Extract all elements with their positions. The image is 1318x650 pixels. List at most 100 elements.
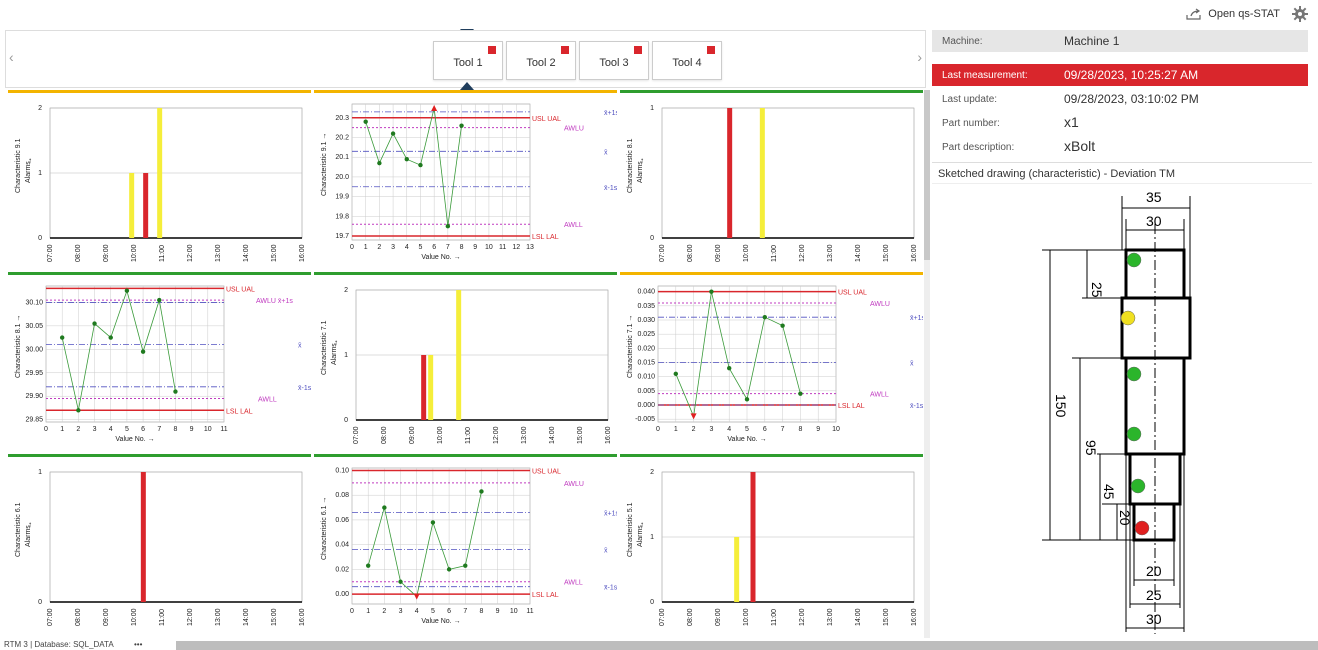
y-tick-label: 0.030 — [637, 317, 655, 324]
data-point — [404, 156, 409, 162]
tab-tool-3[interactable]: Tool 3 — [579, 41, 649, 80]
chevron-right-icon[interactable]: › — [917, 49, 922, 65]
y-tick-label: 0.035 — [637, 303, 655, 310]
y-tick-label: 0.04 — [335, 542, 349, 549]
x-tick-label: 0 — [350, 244, 354, 251]
warning-bar — [456, 290, 462, 420]
usl-label: USL UAL — [838, 290, 867, 297]
x-tick-label: 10:00 — [131, 244, 138, 262]
x-tick-label: 09:00 — [103, 608, 110, 626]
tab-tool-1[interactable]: Tool 1 — [433, 41, 503, 80]
x-tick-label: 0 — [350, 608, 354, 615]
sketch-title: Sketched drawing (characteristic) - Devi… — [932, 162, 1312, 184]
chart-cell-4[interactable]: 0 1 2 3 4 5 6 7 8 9 10 11 29.85 29.90 29.95 30.00 30.05 3… — [8, 272, 311, 451]
tab-tool-4[interactable]: Tool 4 — [652, 41, 722, 80]
lsl-label: LSL LAL — [838, 403, 865, 410]
gear-icon[interactable] — [1292, 6, 1308, 27]
more-icon[interactable]: ••• — [134, 640, 142, 649]
dim-25-bottom: 25 — [1146, 587, 1162, 603]
cell-status-border — [8, 454, 311, 457]
x-tick-label: 07:00 — [47, 608, 54, 626]
x-tick-label: 13:00 — [827, 608, 834, 626]
y-tick-label: 0.00 — [335, 591, 349, 598]
x-tick-label: 15:00 — [271, 244, 278, 262]
x-tick-label: 2 — [692, 426, 696, 433]
dim-150: 150 — [1053, 394, 1069, 418]
tab-indicator-bottom — [460, 82, 474, 90]
part-number-row: Part number: x1 — [932, 112, 1308, 134]
last-measurement-value: 09/28/2023, 10:25:27 AM — [1064, 68, 1199, 82]
chart-cell-8[interactable]: 0 1 2 3 4 5 6 7 8 9 10 11 0.00 0.02 0.04 0.06 0.08 0.10 US… — [314, 454, 617, 633]
x-tick-label: 11 — [499, 244, 506, 251]
xbar_minus-label: x̄-1s — [604, 585, 617, 592]
x-tick-label: 10:00 — [131, 608, 138, 626]
x-tick-label: 10 — [204, 426, 212, 433]
y-tick-label: 19.9 — [335, 194, 349, 201]
chart-cell-9[interactable]: 0 1 2 07:00 08:00 09:00 10:00 11:00 12:00 13:00 14… — [620, 454, 923, 633]
chevron-left-icon[interactable]: ‹ — [9, 49, 14, 65]
xbar-label: x̄ — [298, 343, 302, 350]
data-point — [124, 288, 130, 293]
x-tick-label: 6 — [763, 426, 767, 433]
y-axis-label: Characteristic 9.1 → — [321, 133, 328, 196]
y-tick-label: 1 — [38, 469, 42, 476]
awlu-label: AWLU — [564, 126, 584, 133]
x-tick-label: 16:00 — [911, 608, 918, 626]
y-axis-label: Characteristic 7.1 → — [627, 315, 634, 378]
dim-30-bottom: 30 — [1146, 611, 1162, 627]
part-number-label: Part number: — [942, 118, 1000, 129]
x-tick-label: 1 — [674, 426, 678, 433]
warning-bar — [759, 108, 765, 238]
x-tick-label: 12 — [512, 244, 520, 251]
awll-label: AWLL — [564, 222, 583, 229]
y-axis-label: Characteristic 8.1 — [627, 138, 634, 193]
data-point — [59, 335, 65, 340]
x-tick-label: 12:00 — [187, 608, 194, 626]
x-tick-label: 09:00 — [409, 426, 416, 444]
chart-cell-2[interactable]: 0 1 2 3 4 5 6 7 8 9 10 11 12 13 19.7 19.8 19.9 20.0 20.1 20… — [314, 90, 617, 269]
x-tick-label: 15:00 — [883, 608, 890, 626]
x-tick-label: 7 — [157, 426, 161, 433]
tool-tab-strip: ‹ › Tool 1 Tool 2 Tool 3 Tool 4 — [5, 30, 926, 88]
x-tick-label: 12:00 — [187, 244, 194, 262]
x-tick-label: 10 — [510, 608, 518, 615]
x-tick-label: 11:00 — [771, 245, 778, 262]
y-tick-label: 0.10 — [335, 467, 349, 474]
cell-status-border — [620, 454, 923, 457]
x-tick-label: 1 — [60, 426, 64, 433]
x-tick-label: 4 — [415, 608, 419, 615]
data-point — [365, 563, 371, 568]
chart-cell-1[interactable]: 0 1 2 07:00 08:00 09:00 10:00 11:00 12:00 13:00 14… — [8, 90, 311, 269]
part-description-label: Part description: — [942, 142, 1015, 153]
y-tick-label: 20.2 — [335, 135, 349, 142]
y-tick-label: 20.1 — [335, 154, 349, 161]
dim-45: 45 — [1101, 484, 1117, 500]
chart-cell-6[interactable]: 0 1 2 3 4 5 6 7 8 9 10 -0.005 0.000 0.005 0.010 0.015 0.… — [620, 272, 923, 451]
plot-area — [661, 107, 915, 239]
chart-cell-3[interactable]: 0 1 07:00 08:00 09:00 10:00 11:00 12:00 13:00 14:… — [620, 90, 923, 269]
tab-tool-2[interactable]: Tool 2 — [506, 41, 576, 80]
dim-25-side: 25 — [1089, 282, 1105, 298]
chart-cell-5[interactable]: 0 1 2 07:00 08:00 09:00 10:00 11:00 12:00 13:00 14… — [314, 272, 617, 451]
y-tick-label: 29.90 — [25, 393, 43, 400]
data-point — [780, 323, 785, 328]
dim-35: 35 — [1146, 189, 1162, 205]
top-bar: Open qs-STAT — [0, 0, 1318, 28]
horizontal-scrollbar[interactable] — [176, 641, 1318, 650]
plot-area — [351, 103, 531, 241]
x-tick-label: 11 — [526, 608, 533, 615]
chart-cell-7[interactable]: 0 1 07:00 08:00 09:00 10:00 11:00 12:00 13:00 14:… — [8, 454, 311, 633]
y-tick-label: 0.010 — [637, 374, 655, 381]
last-update-value: 09/28/2023, 03:10:02 PM — [1064, 92, 1199, 106]
x-tick-label: 14:00 — [855, 608, 862, 626]
x-tick-label: 08:00 — [687, 244, 694, 262]
x-tick-label: 7 — [463, 608, 467, 615]
chart-7-1-values: 0 1 2 3 4 5 6 7 8 9 10 -0.005 0.000 0.005 0.010 0.015 0.… — [620, 272, 923, 443]
chart-scrollbar-thumb[interactable] — [924, 90, 930, 260]
x-tick-label: 11:00 — [465, 427, 472, 444]
open-qs-stat-button[interactable]: Open qs-STAT — [1186, 8, 1280, 20]
x-tick-label: 07:00 — [353, 426, 360, 444]
status-text: RTM 3 | Database: SQL_DATA — [4, 640, 114, 649]
y-tick-label: 0.025 — [637, 331, 655, 338]
